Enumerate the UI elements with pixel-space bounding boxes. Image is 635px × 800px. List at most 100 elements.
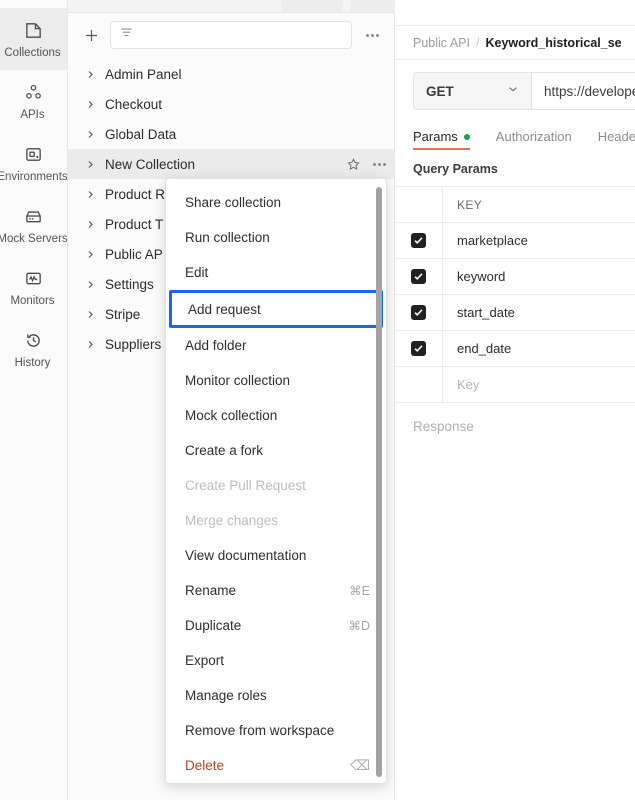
context-menu-item-label: Create Pull Request (185, 478, 306, 493)
rail-label-collections: Collections (4, 46, 61, 59)
filter-input[interactable] (140, 28, 343, 42)
query-params-title: Query Params (413, 162, 498, 176)
row-checkbox-cell (395, 331, 443, 366)
param-enabled-checkbox[interactable] (411, 269, 426, 284)
chevron-right-icon[interactable] (86, 100, 95, 109)
collections-more-options-icon[interactable] (360, 24, 384, 46)
request-url-bar: GET https://develope (413, 72, 635, 110)
rail-item-environments[interactable]: Environments (0, 132, 68, 194)
collection-context-menu: Share collection Run collection Edit Add… (165, 178, 387, 784)
backspace-icon: ⌫ (350, 757, 370, 773)
context-menu-item-label: Merge changes (185, 513, 279, 528)
chevron-right-icon[interactable] (86, 220, 95, 229)
chevron-right-icon[interactable] (86, 190, 95, 199)
new-item-button[interactable] (80, 24, 102, 46)
tab-label: Heade (597, 129, 635, 144)
tab-headers[interactable]: Heade (598, 129, 635, 150)
tab-authorization[interactable]: Authorization (496, 129, 572, 150)
workspace-tab-partial-1[interactable] (281, 0, 343, 12)
request-tabs: Params Authorization Heade (395, 124, 635, 150)
new-param-key-input[interactable]: Key (443, 367, 635, 402)
context-menu-item-label: View documentation (185, 548, 307, 563)
param-key[interactable]: keyword (443, 259, 635, 294)
param-key[interactable]: end_date (443, 331, 635, 366)
http-method-select[interactable]: GET (414, 73, 532, 109)
context-menu-scrollbar[interactable] (376, 187, 382, 777)
context-menu-item-monitor-collection[interactable]: Monitor collection (166, 363, 386, 398)
collection-name: Public AP (105, 246, 163, 262)
chevron-right-icon[interactable] (86, 130, 95, 139)
column-header-key: KEY (457, 197, 483, 212)
chevron-down-icon[interactable] (507, 82, 519, 100)
chevron-right-icon[interactable] (86, 340, 95, 349)
context-menu-item-run-collection[interactable]: Run collection (166, 220, 386, 255)
row-checkbox-cell (395, 259, 443, 294)
breadcrumb: Public API / Keyword_historical_se (395, 26, 635, 60)
context-menu-item-manage-roles[interactable]: Manage roles (166, 678, 386, 713)
table-row-new-param[interactable]: Key (395, 367, 635, 403)
collection-row-admin-panel[interactable]: Admin Panel (68, 59, 394, 89)
chevron-right-icon[interactable] (86, 160, 95, 169)
collection-name: Stripe (105, 306, 141, 322)
collection-name: Product T (105, 216, 164, 232)
left-icon-rail: Collections APIs Environments Mock Serve… (0, 0, 68, 800)
param-key[interactable]: start_date (443, 295, 635, 330)
filter-icon (119, 25, 134, 45)
param-enabled-checkbox[interactable] (411, 305, 426, 320)
collection-name: Product R (105, 186, 166, 202)
context-menu-item-delete[interactable]: Delete ⌫ (166, 748, 386, 783)
collection-row-global-data[interactable]: Global Data (68, 119, 394, 149)
rail-label-history: History (14, 356, 51, 369)
row-checkbox-cell (395, 295, 443, 330)
context-menu-item-label: Export (185, 653, 225, 668)
rail-label-monitors: Monitors (10, 294, 55, 307)
collection-row-new-collection[interactable]: New Collection (68, 149, 394, 179)
table-row[interactable]: start_date (395, 295, 635, 331)
star-icon[interactable] (346, 157, 361, 172)
tab-params[interactable]: Params (413, 129, 470, 150)
chevron-right-icon[interactable] (86, 70, 95, 79)
context-menu-item-label: Monitor collection (185, 373, 291, 388)
breadcrumb-parent[interactable]: Public API (413, 36, 470, 50)
context-menu-item-edit[interactable]: Edit (166, 255, 386, 290)
context-menu-item-export[interactable]: Export (166, 643, 386, 678)
table-row[interactable]: end_date (395, 331, 635, 367)
rail-label-environments: Environments (0, 170, 68, 183)
context-menu-item-create-a-fork[interactable]: Create a fork (166, 433, 386, 468)
context-menu-item-remove-from-workspace[interactable]: Remove from workspace (166, 713, 386, 748)
context-menu-item-label: Delete (185, 758, 225, 773)
http-method-label: GET (426, 83, 454, 99)
context-menu-item-rename[interactable]: Rename ⌘E (166, 573, 386, 608)
collection-name: Global Data (105, 126, 177, 142)
context-menu-item-add-request[interactable]: Add request (169, 290, 383, 328)
collection-name: Suppliers (105, 336, 162, 352)
context-menu-item-label: Duplicate (185, 618, 242, 633)
context-menu-item-share-collection[interactable]: Share collection (166, 185, 386, 220)
param-enabled-checkbox[interactable] (411, 233, 426, 248)
collection-name: Admin Panel (105, 66, 182, 82)
header-checkbox-cell (395, 187, 443, 222)
collection-row-checkout[interactable]: Checkout (68, 89, 394, 119)
rail-item-apis[interactable]: APIs (0, 70, 67, 132)
rail-item-collections[interactable]: Collections (0, 8, 67, 70)
request-panel: Public API / Keyword_historical_se GET h… (395, 0, 635, 800)
context-menu-item-add-folder[interactable]: Add folder (166, 328, 386, 363)
context-menu-item-mock-collection[interactable]: Mock collection (166, 398, 386, 433)
chevron-right-icon[interactable] (86, 310, 95, 319)
rail-item-history[interactable]: History (0, 318, 67, 380)
apis-icon (23, 82, 45, 104)
table-row[interactable]: marketplace (395, 223, 635, 259)
context-menu-item-view-documentation[interactable]: View documentation (166, 538, 386, 573)
chevron-right-icon[interactable] (86, 280, 95, 289)
collection-row-more-options-icon[interactable] (373, 162, 386, 166)
param-key[interactable]: marketplace (443, 223, 635, 258)
filter-search-box[interactable] (110, 21, 352, 49)
request-url-input[interactable]: https://develope (532, 73, 635, 109)
chevron-right-icon[interactable] (86, 250, 95, 259)
context-menu-item-duplicate[interactable]: Duplicate ⌘D (166, 608, 386, 643)
param-enabled-checkbox[interactable] (411, 341, 426, 356)
rail-item-monitors[interactable]: Monitors (0, 256, 67, 318)
breadcrumb-current: Keyword_historical_se (485, 35, 622, 50)
rail-item-mock-servers[interactable]: Mock Servers (0, 194, 68, 256)
table-row[interactable]: keyword (395, 259, 635, 295)
